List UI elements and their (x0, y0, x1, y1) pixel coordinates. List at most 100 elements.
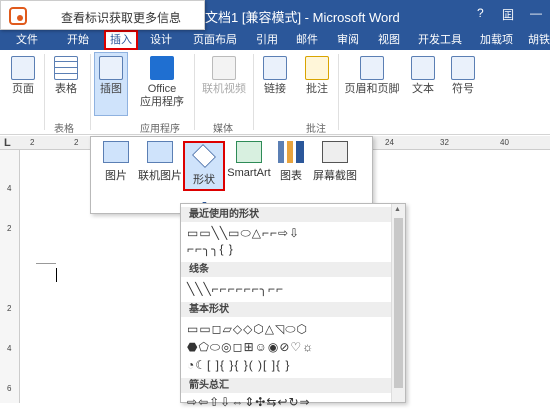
tab-references[interactable]: 引用 (252, 30, 282, 50)
section-arrows: 箭头总汇 (181, 378, 391, 393)
picture-label: 图片 (105, 170, 127, 182)
divider (44, 54, 45, 130)
tab-mailings[interactable]: 邮件 (292, 30, 322, 50)
basic-shapes-row[interactable]: ⬣⬠⬭◎◻⊞☺◉⊘♡☼ (187, 340, 314, 354)
ribbon: 页面 表格 表格 插图 Office 应用程序 应用程序 联机视频 媒体 链接 批… (0, 50, 550, 135)
tab-user[interactable]: 胡铁 (524, 30, 550, 50)
margin-marker (36, 263, 56, 264)
restore-icon[interactable]: 囸 (502, 6, 514, 23)
text-icon (411, 56, 435, 80)
screenshot-button[interactable]: 屏幕截图 (309, 141, 361, 183)
ruler-mark: 6 (7, 384, 12, 393)
online-picture-label: 联机图片 (138, 170, 182, 182)
ruler-mark: 4 (7, 184, 12, 193)
smartart-icon (236, 141, 262, 163)
ruler-mark: 4 (7, 344, 12, 353)
shapes-icon (192, 144, 216, 168)
group-table-label: 表格 (54, 124, 74, 135)
pages-label: 页面 (12, 83, 34, 95)
ruler-mark: 24 (385, 138, 394, 147)
link-icon (263, 56, 287, 80)
tab-design[interactable]: 设计 (146, 30, 176, 50)
online-video-button[interactable]: 联机视频 (198, 56, 250, 96)
tab-insert[interactable]: 插入 (104, 30, 138, 50)
shapes-label: 形状 (193, 174, 215, 186)
comment-label: 批注 (306, 83, 328, 95)
globe-picture-icon (147, 141, 173, 163)
tab-review[interactable]: 审阅 (333, 30, 363, 50)
vertical-ruler: 4 2 2 4 6 (0, 150, 20, 403)
chart-button[interactable]: 图表 (275, 141, 307, 183)
store-icon (150, 56, 174, 80)
recent-shapes-row[interactable]: ⌐⌐╮╮{ } (187, 242, 234, 256)
section-recent-shapes: 最近使用的形状 (181, 207, 391, 222)
tab-home[interactable]: 开始 (63, 30, 93, 50)
window-title: 文档1 [兼容模式] - Microsoft Word (205, 10, 400, 25)
ribbon-tabs: 文件 开始 插入 设计 页面布局 引用 邮件 审阅 视图 开发工具 加载项 胡铁 (0, 30, 550, 50)
camera-icon (322, 141, 348, 163)
text-button[interactable]: 文本 (406, 56, 440, 96)
picture-button[interactable]: 图片 (99, 141, 133, 183)
scroll-thumb[interactable] (394, 218, 403, 388)
header-footer-icon (360, 56, 384, 80)
minimize-icon[interactable]: — (530, 6, 542, 20)
tab-file[interactable]: 文件 (12, 30, 42, 50)
shapes-button[interactable]: 形状 (183, 141, 225, 191)
text-cursor (56, 268, 57, 282)
ruler-mark: 2 (74, 138, 79, 147)
smartart-label: SmartArt (227, 167, 271, 179)
office-apps-label: Office (147, 83, 177, 95)
header-footer-button[interactable]: 页眉和页脚 (342, 56, 402, 96)
lines-row[interactable]: ╲╲╲⌐⌐⌐⌐⌐⌐╮⌐⌐ (187, 282, 284, 296)
ruler-mark: 2 (7, 304, 12, 313)
illustrations-icon (99, 56, 123, 80)
divider (253, 54, 254, 130)
recent-shapes-row[interactable]: ▭▭╲╲▭⬭△⌐⌐⇨⇩ (187, 226, 300, 240)
ruler-mark: 40 (500, 138, 509, 147)
divider (90, 54, 91, 130)
picture-icon (103, 141, 129, 163)
link-button[interactable]: 链接 (258, 56, 292, 96)
pages-button[interactable]: 页面 (6, 56, 40, 96)
online-picture-button[interactable]: 联机图片 (135, 141, 185, 183)
arrows-row[interactable]: ⇨⇦⇧⇩⇔⇕✣⇆↩↻⇒ (187, 395, 311, 409)
table-icon (54, 56, 78, 80)
table-button[interactable]: 表格 (48, 56, 84, 96)
tab-addins[interactable]: 加载项 (476, 30, 517, 50)
tab-view[interactable]: 视图 (374, 30, 404, 50)
gallery-scrollbar[interactable]: ▲ (391, 204, 405, 402)
office-apps-button[interactable]: Office 应用程序 (132, 56, 192, 109)
tooltip-banner[interactable]: 查看标识获取更多信息 (0, 0, 205, 30)
ruler-mark: 2 (7, 224, 12, 233)
table-label: 表格 (55, 83, 77, 95)
section-basic-shapes: 基本形状 (181, 302, 391, 317)
chart-icon (278, 141, 304, 163)
chart-label: 图表 (280, 170, 302, 182)
illustrations-label: 插图 (100, 83, 122, 95)
header-footer-label: 页眉和页脚 (344, 83, 400, 95)
group-apps-label: 应用程序 (140, 124, 180, 135)
omega-icon (451, 56, 475, 80)
illustrations-button[interactable]: 插图 (94, 52, 128, 116)
group-media-label: 媒体 (213, 124, 233, 135)
text-label: 文本 (412, 83, 434, 95)
help-icon[interactable]: ? (477, 6, 484, 20)
scroll-up-icon[interactable]: ▲ (394, 206, 401, 213)
ruler-mark: 32 (440, 138, 449, 147)
basic-shapes-row[interactable]: ◔☾[ ]{ }{ }( )[ ]{ } (187, 358, 290, 372)
tab-developer[interactable]: 开发工具 (414, 30, 466, 50)
office-apps-label-2: 应用程序 (140, 96, 184, 108)
symbol-button[interactable]: 符号 (446, 56, 480, 96)
smartart-button[interactable]: SmartArt (225, 141, 273, 179)
basic-shapes-row[interactable]: ▭▭◻▱◇◇⬡△◹⬭⬡ (187, 322, 308, 336)
comment-icon (305, 56, 329, 80)
video-icon (212, 56, 236, 80)
divider (338, 54, 339, 130)
shapes-gallery: 最近使用的形状 ▭▭╲╲▭⬭△⌐⌐⇨⇩ ⌐⌐╮╮{ } 线条 ╲╲╲⌐⌐⌐⌐⌐⌐… (180, 203, 406, 409)
tab-stop-icon[interactable]: L (4, 137, 11, 149)
divider (194, 54, 195, 130)
logo-icon (9, 7, 27, 25)
tab-layout[interactable]: 页面布局 (189, 30, 241, 50)
page-icon (11, 56, 35, 80)
comment-button[interactable]: 批注 (300, 56, 334, 96)
